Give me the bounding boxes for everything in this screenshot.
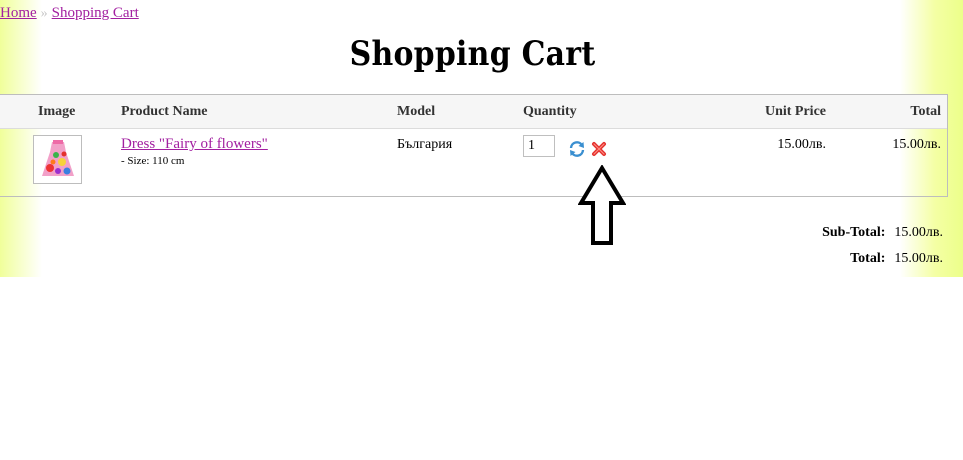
product-name-link[interactable]: Dress "Fairy of flowers" [121,136,268,152]
subtotal-row: Sub-Total: 15.00лв. [822,225,943,241]
refresh-icon[interactable] [568,141,586,162]
quantity-input[interactable] [523,135,555,157]
subtotal-value: 15.00лв. [894,225,943,240]
product-model: България [397,137,453,152]
header-product-name: Product Name [121,104,208,119]
header-image: Image [38,104,76,119]
dress-image [37,137,78,182]
total-value: 15.00лв. [894,251,943,266]
total-label: Total: [850,251,886,266]
breadcrumb: Home» Shopping Cart [0,5,139,22]
subtotal-label: Sub-Total: [822,225,886,240]
product-thumbnail[interactable] [33,135,82,184]
header-model: Model [397,104,436,119]
cart-table-header: Image Product Name Model Quantity Unit P… [0,95,947,129]
cart-table: Image Product Name Model Quantity Unit P… [0,94,948,197]
header-unit-price: Unit Price [764,104,826,119]
product-name-cell: Dress "Fairy of flowers" - Size: 110 cm [121,136,268,169]
up-arrow-icon [578,165,626,245]
header-quantity: Quantity [523,104,577,119]
product-option: - Size: 110 cm [121,155,185,167]
unit-price: 15.00лв. [777,137,826,152]
header-total: Total [910,104,941,119]
breadcrumb-current-link[interactable]: Shopping Cart [52,5,139,21]
breadcrumb-home-link[interactable]: Home [0,5,37,21]
page-title: Shopping Cart [349,34,596,74]
total-row: Total: 15.00лв. [850,251,943,267]
breadcrumb-separator: » [40,6,48,21]
remove-icon[interactable] [591,141,607,162]
line-total: 15.00лв. [892,137,941,152]
